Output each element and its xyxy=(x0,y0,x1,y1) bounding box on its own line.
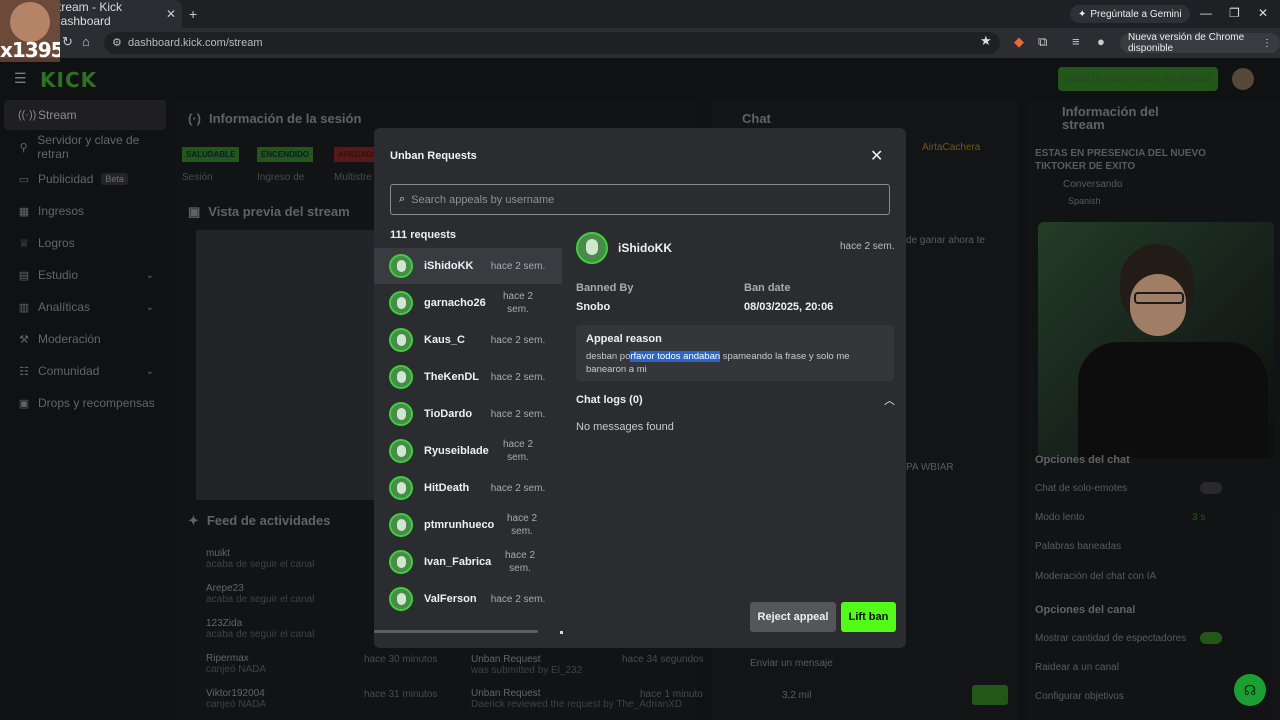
request-time: hace 2 sem. xyxy=(502,291,534,315)
request-time: hace 2 sem. xyxy=(490,409,546,420)
bookmark-star-icon[interactable]: ★ xyxy=(980,33,992,49)
window-close-icon[interactable]: ✕ xyxy=(1258,6,1268,20)
request-time: hace 2 sem. xyxy=(490,483,546,494)
request-item[interactable]: TioDardo hace 2 sem. xyxy=(374,396,562,432)
reject-appeal-button[interactable]: Reject appeal xyxy=(750,602,836,632)
lift-ban-button[interactable]: Lift ban xyxy=(841,602,896,632)
request-item[interactable]: iShidoKK hace 2 sem. xyxy=(374,248,562,284)
request-time: hace 2 sem. xyxy=(502,439,534,463)
request-count: 111 requests xyxy=(390,229,457,241)
close-icon[interactable]: ✕ xyxy=(870,146,883,166)
request-list[interactable]: iShidoKK hace 2 sem. garnacho26 hace 2 sem… xyxy=(374,248,562,636)
url-field[interactable]: ⚙ dashboard.kick.com/stream xyxy=(104,32,1000,54)
modal-title: Unban Requests xyxy=(390,150,477,162)
search-input[interactable] xyxy=(411,193,872,206)
request-time: hace 2 sem. xyxy=(504,550,536,574)
avatar xyxy=(389,550,413,574)
avatar xyxy=(389,254,413,278)
ban-date-value: 08/03/2025, 20:06 xyxy=(744,301,834,313)
profile-icon[interactable]: ● xyxy=(1097,34,1105,49)
request-username: iShidoKK xyxy=(424,260,474,272)
search-icon: ⌕ xyxy=(399,193,406,205)
request-username: Ryuseiblade xyxy=(424,445,489,457)
minimize-icon[interactable]: — xyxy=(1200,6,1212,20)
url-text: dashboard.kick.com/stream xyxy=(128,37,263,49)
avatar xyxy=(389,439,413,463)
reload-icon[interactable]: ↻ xyxy=(62,34,73,50)
request-username: ptmrunhueco xyxy=(424,519,495,531)
home-icon[interactable]: ⌂ xyxy=(82,34,90,49)
search-box[interactable]: ⌕ xyxy=(390,184,890,215)
appeal-reason-text: desban porfavor todos andaban spameando … xyxy=(586,350,876,376)
banned-by-label: Banned By xyxy=(576,282,634,294)
request-item[interactable]: Kaus_C hace 2 sem. xyxy=(374,322,562,358)
banned-by-value: Snobo xyxy=(576,301,611,313)
unban-requests-modal: Unban Requests ✕ ⌕ 111 requests iShidoKK… xyxy=(374,128,906,648)
address-bar-row: ↻ ⌂ ⚙ dashboard.kick.com/stream ★ ◆ ⧉ ≡ … xyxy=(0,28,1280,58)
detail-time: hace 2 sem. xyxy=(840,241,895,252)
avatar xyxy=(389,365,413,389)
browser-tab-strip: stream - Kick Dashboard ✕ + ✦ Pregúntale… xyxy=(0,0,1280,28)
request-time: hace 2 sem. xyxy=(490,261,546,272)
horizontal-scrollbar[interactable] xyxy=(374,630,538,633)
request-username: ValFerson xyxy=(424,593,477,605)
appeal-reason-box: Appeal reason desban porfavor todos anda… xyxy=(576,325,894,381)
kebab-menu-icon[interactable]: ⋮ xyxy=(1262,38,1272,49)
scroll-indicator xyxy=(560,631,563,634)
gemini-button[interactable]: ✦ Pregúntale a Gemini xyxy=(1070,5,1190,23)
avatar xyxy=(389,291,413,315)
appeal-reason-label: Appeal reason xyxy=(586,333,662,345)
request-item[interactable]: ptmrunhueco hace 2 sem. xyxy=(374,507,562,543)
avatar xyxy=(389,513,413,537)
no-messages-text: No messages found xyxy=(576,421,674,433)
site-settings-icon[interactable]: ⚙ xyxy=(112,36,122,49)
appeal-text-selection: rfavor todos andaban xyxy=(630,351,721,362)
maximize-icon[interactable]: ❐ xyxy=(1229,6,1240,20)
request-item[interactable]: ValFerson hace 2 sem. xyxy=(374,581,562,617)
request-item[interactable]: TheKenDL hace 2 sem. xyxy=(374,359,562,395)
request-item[interactable]: garnacho26 hace 2 sem. xyxy=(374,285,562,321)
tab-close-icon[interactable]: ✕ xyxy=(166,7,176,21)
request-username: garnacho26 xyxy=(424,297,486,309)
detail-username: iShidoKK xyxy=(618,241,672,255)
appeal-text-part: desban po xyxy=(586,351,631,362)
gemini-label: Pregúntale a Gemini xyxy=(1090,8,1182,20)
tab-title: stream - Kick Dashboard xyxy=(52,0,123,28)
new-tab-icon[interactable]: + xyxy=(189,6,197,22)
request-username: HitDeath xyxy=(424,482,470,494)
request-time: hace 2 sem. xyxy=(506,513,538,537)
request-time: hace 2 sem. xyxy=(490,594,546,605)
chrome-update-button[interactable]: Nueva versión de Chrome disponible ⋮ xyxy=(1120,32,1280,54)
chevron-up-icon[interactable]: ︿ xyxy=(884,392,895,408)
streamer-overlay-cam: x1395 xyxy=(0,0,60,62)
update-label: Nueva versión de Chrome disponible xyxy=(1128,32,1245,54)
avatar xyxy=(576,232,608,264)
request-item[interactable]: Ryuseiblade hace 2 sem. xyxy=(374,433,562,469)
request-time: hace 2 sem. xyxy=(490,372,546,383)
sparkle-icon: ✦ xyxy=(1078,8,1087,20)
request-item[interactable]: Ivan_Fabrica hace 2 sem. xyxy=(374,544,562,580)
request-time: hace 2 sem. xyxy=(490,335,546,346)
extensions-puzzle-icon[interactable]: ⧉ xyxy=(1038,34,1047,50)
media-control-icon[interactable]: ≡ xyxy=(1072,34,1080,49)
avatar xyxy=(389,328,413,352)
avatar xyxy=(389,402,413,426)
chat-logs-toggle[interactable]: Chat logs (0) xyxy=(576,394,643,406)
request-item[interactable]: HitDeath hace 2 sem. xyxy=(374,470,562,506)
extension-icon[interactable]: ◆ xyxy=(1014,34,1024,50)
request-username: Ivan_Fabrica xyxy=(424,556,492,568)
request-username: TioDardo xyxy=(424,408,473,420)
avatar xyxy=(389,587,413,611)
avatar xyxy=(389,476,413,500)
request-username: TheKenDL xyxy=(424,371,479,383)
ban-date-label: Ban date xyxy=(744,282,791,294)
request-username: Kaus_C xyxy=(424,334,465,346)
